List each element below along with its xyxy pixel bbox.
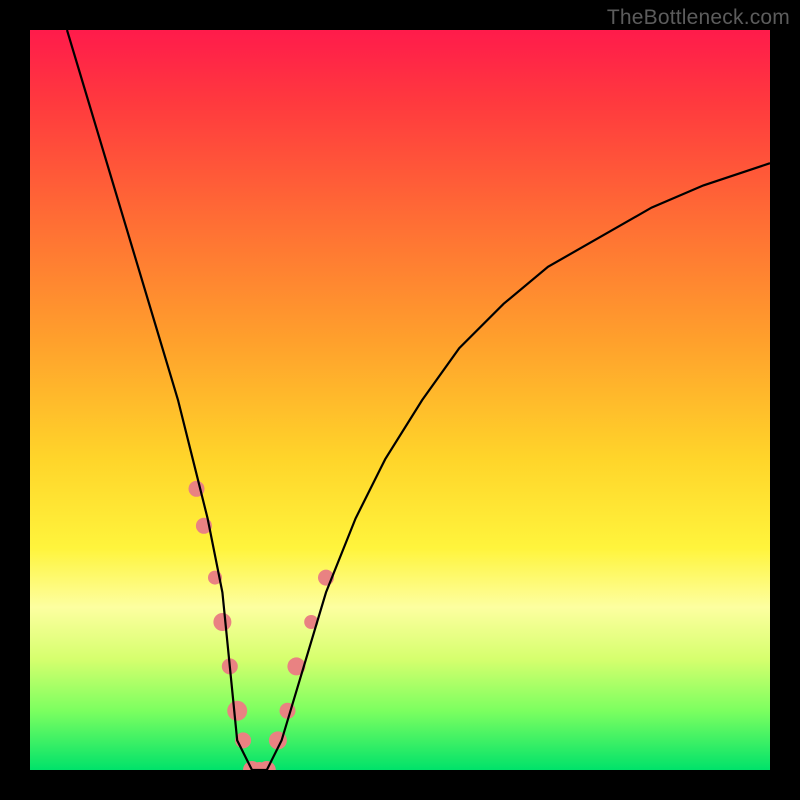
bottleneck-curve [67, 30, 770, 770]
chart-svg [30, 30, 770, 770]
curve-marker [213, 613, 231, 631]
chart-frame: TheBottleneck.com [0, 0, 800, 800]
plot-area [30, 30, 770, 770]
marker-layer [189, 481, 335, 770]
watermark-text: TheBottleneck.com [607, 6, 790, 30]
curve-marker [227, 701, 247, 721]
